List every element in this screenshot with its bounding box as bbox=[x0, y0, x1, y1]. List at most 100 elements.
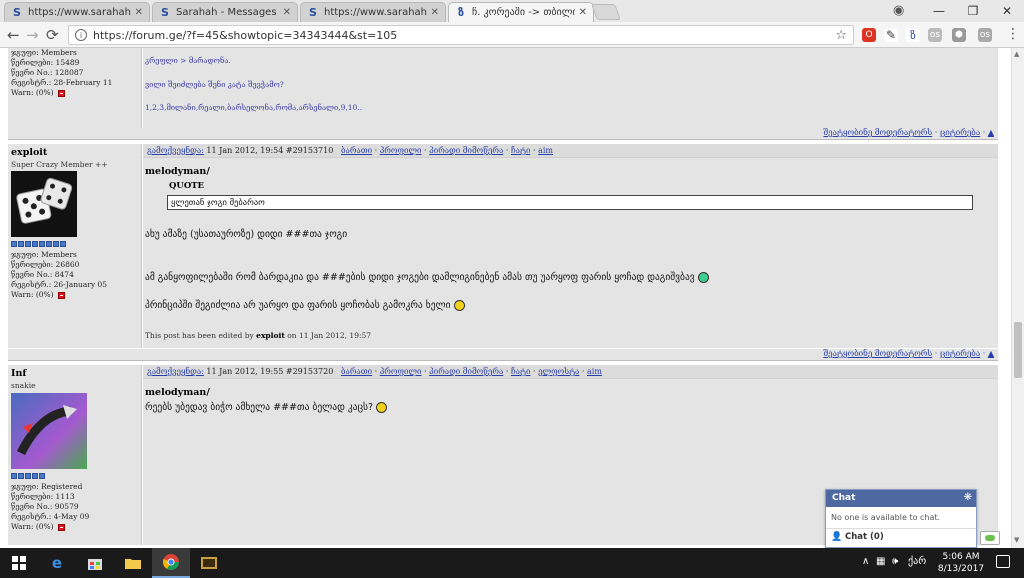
link-profile[interactable]: პროფილი bbox=[380, 367, 422, 376]
scroll-down-icon[interactable]: ▼ bbox=[1014, 536, 1019, 544]
user-joined: რეგისტრ.: 26-January 05 bbox=[11, 280, 108, 289]
tab-sarahah-1[interactable]: S https://www.sarahah.com ✕ bbox=[4, 2, 150, 22]
pen-extension-icon[interactable]: ✎ bbox=[884, 28, 898, 42]
rank-pip bbox=[60, 241, 66, 247]
ext-os-icon[interactable]: os bbox=[978, 28, 992, 42]
close-icon[interactable]: ✕ bbox=[283, 7, 291, 18]
back-arrow-icon[interactable]: ← bbox=[7, 26, 20, 44]
close-icon[interactable]: ✕ bbox=[579, 7, 587, 18]
signature-line: ვილი შეიძლება შენი კატა შევჭამო? bbox=[145, 80, 284, 89]
link-aim[interactable]: aim bbox=[538, 146, 553, 155]
menu-dots-icon[interactable]: ⋮ bbox=[1006, 26, 1020, 42]
link-email[interactable]: ელფოსტა bbox=[538, 367, 579, 376]
file-explorer-icon[interactable] bbox=[114, 548, 152, 578]
warn-text: Warn: (0%) bbox=[11, 522, 54, 531]
reply-to: melodyman/ bbox=[145, 387, 210, 398]
post-id: #29153720 bbox=[285, 367, 334, 376]
post-date-prefix[interactable]: გამოქვეყნდა: bbox=[147, 146, 204, 155]
user-group: ჯგუფი: Members bbox=[11, 48, 77, 57]
network-icon[interactable]: ▦ bbox=[876, 556, 885, 567]
shield-extension-icon[interactable]: ⬢ bbox=[952, 28, 966, 42]
scroll-top-icon[interactable]: ▲ bbox=[988, 128, 994, 137]
address-bar[interactable]: i https://forum.ge/?f=45&showtopic=34343… bbox=[68, 25, 854, 45]
report-link[interactable]: შეატყობინე მოდერატორს bbox=[823, 349, 932, 358]
store-icon[interactable] bbox=[76, 548, 114, 578]
rank-pip bbox=[53, 241, 59, 247]
user-posts: წერილები: 26860 bbox=[11, 260, 80, 269]
app-icon[interactable] bbox=[190, 548, 228, 578]
report-link[interactable]: შეატყობინე მოდერატორს bbox=[823, 128, 932, 137]
tab-sarahah-messages[interactable]: S Sarahah - Messages ✕ bbox=[152, 2, 298, 22]
warn-minus-icon[interactable] bbox=[57, 291, 65, 299]
link-pm[interactable]: პირადი მიმოწერა bbox=[429, 146, 503, 155]
film-icon bbox=[201, 557, 217, 569]
scroll-thumb[interactable] bbox=[1014, 322, 1022, 378]
chat-footer[interactable]: 👤 Chat (0) bbox=[826, 529, 976, 545]
link-card[interactable]: ბარათი bbox=[341, 146, 372, 155]
chat-header[interactable]: Chat ❋ bbox=[826, 490, 976, 507]
forum-extension-icon[interactable]: ზ bbox=[906, 28, 920, 42]
language-indicator[interactable]: ქარ bbox=[908, 556, 926, 567]
close-icon[interactable]: ✕ bbox=[135, 7, 143, 18]
close-window-button[interactable]: ✕ bbox=[990, 4, 1024, 18]
chrome-logo-icon bbox=[163, 554, 179, 570]
rank-pip bbox=[11, 473, 17, 479]
link-profile[interactable]: პროფილი bbox=[380, 146, 422, 155]
page-scrollbar[interactable]: ▲ ▼ bbox=[1011, 48, 1024, 548]
quote-link[interactable]: ციტირება bbox=[940, 128, 980, 137]
tray-chevron-icon[interactable]: ∧ bbox=[862, 556, 869, 567]
rank-pip bbox=[18, 473, 24, 479]
clock[interactable]: 5:06 AM 8/13/2017 bbox=[934, 551, 988, 575]
edge-icon[interactable]: e bbox=[38, 548, 76, 578]
warn-minus-icon[interactable] bbox=[57, 89, 65, 97]
opera-extension-icon[interactable]: O bbox=[862, 28, 876, 42]
edited-note: This post has been edited by exploit on … bbox=[145, 331, 371, 340]
tab-sarahah-2[interactable]: S https://www.sarahah.com ✕ bbox=[300, 2, 446, 22]
user-member-no: წევრი No.: 90579 bbox=[11, 502, 79, 511]
restore-button[interactable]: ❐ bbox=[956, 4, 990, 18]
reload-icon[interactable]: ⟳ bbox=[46, 26, 59, 44]
link-chat[interactable]: ჩატი bbox=[511, 367, 530, 376]
post-text: ამ განყოფილებაში რომ ბარდაკია და ###ების… bbox=[145, 272, 695, 283]
profile-icon[interactable]: ◉ bbox=[893, 3, 904, 18]
post-datetime: 11 Jan 2012, 19:54 bbox=[206, 146, 284, 155]
rank-pips bbox=[8, 473, 141, 479]
chrome-icon[interactable] bbox=[152, 548, 190, 578]
volume-icon[interactable]: 🕪 bbox=[892, 556, 898, 567]
tab-forum-active[interactable]: ზ ჩ. კორეაში -> თბილისი ✕ bbox=[448, 2, 594, 22]
user-panel: ჯგუფი: Members წერილები: 15489 წევრი No.… bbox=[8, 48, 142, 128]
post-text-line: ახუ ამაზე (უსათაუროზე) დიდი ###თა ჯოგი bbox=[145, 229, 348, 240]
bookmark-star-icon[interactable]: ☆ bbox=[835, 28, 847, 43]
new-tab-button[interactable] bbox=[591, 4, 621, 20]
link-aim[interactable]: aim bbox=[587, 367, 602, 376]
post-text: რეებს უბედავ ბიჭო ამხელა ###თა ბელად კაც… bbox=[145, 402, 373, 413]
link-card[interactable]: ბარათი bbox=[341, 367, 372, 376]
start-icon[interactable] bbox=[0, 548, 38, 578]
gear-icon[interactable]: ❋ bbox=[964, 492, 972, 503]
post-date-prefix[interactable]: გამოქვეყნდა: bbox=[147, 367, 204, 376]
username[interactable]: Inf bbox=[8, 365, 141, 379]
username[interactable]: exploit bbox=[8, 144, 141, 158]
chat-toggle-icon[interactable] bbox=[980, 531, 1000, 545]
post-body: კრეფლი > მარადონა. ვილი შეიძლება შენი კა… bbox=[143, 48, 998, 128]
sarahah-favicon-icon: S bbox=[13, 6, 21, 19]
sarahah-favicon-icon: S bbox=[161, 6, 169, 19]
forward-arrow-icon[interactable]: → bbox=[26, 26, 39, 44]
user-member-no: წევრი No.: 128087 bbox=[11, 68, 84, 77]
notifications-icon[interactable] bbox=[996, 555, 1010, 568]
scroll-up-icon[interactable]: ▲ bbox=[1014, 50, 1019, 58]
info-icon[interactable]: i bbox=[75, 29, 87, 41]
user-group: ჯგუფი: Registered bbox=[11, 482, 83, 491]
quote-link[interactable]: ციტირება bbox=[940, 349, 980, 358]
signature-line: 1,2,3,მილანი,რეალი,ბარსელონა,რომა,არსენა… bbox=[145, 103, 363, 112]
scroll-top-icon[interactable]: ▲ bbox=[988, 349, 994, 358]
link-pm[interactable]: პირადი მიმოწერა bbox=[429, 367, 503, 376]
edited-prefix: This post has been edited by bbox=[145, 331, 254, 340]
link-chat[interactable]: ჩატი bbox=[511, 146, 530, 155]
ext-gray-icon[interactable]: os bbox=[928, 28, 942, 42]
dice-avatar bbox=[11, 171, 77, 237]
close-icon[interactable]: ✕ bbox=[431, 7, 439, 18]
tab-title: Sarahah - Messages bbox=[176, 7, 277, 18]
minimize-button[interactable]: — bbox=[922, 4, 956, 18]
warn-minus-icon[interactable] bbox=[57, 523, 65, 531]
